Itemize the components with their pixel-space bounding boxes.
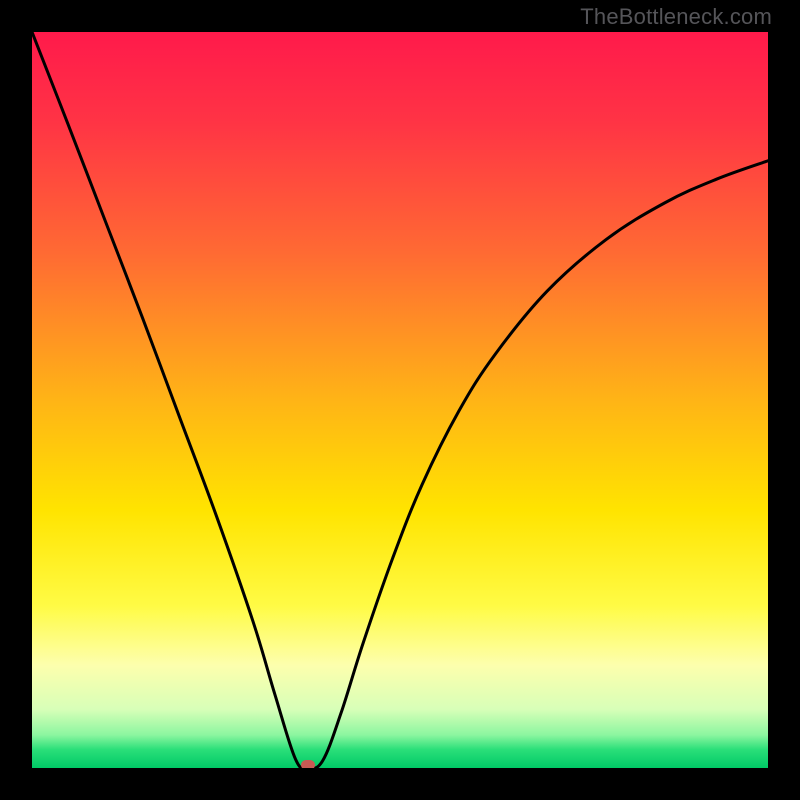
- plot-area: [32, 32, 768, 768]
- curve-layer: [32, 32, 768, 768]
- watermark-text: TheBottleneck.com: [580, 4, 772, 30]
- chart-frame: TheBottleneck.com: [0, 0, 800, 800]
- bottleneck-curve: [32, 32, 768, 768]
- minimum-marker: [301, 760, 315, 768]
